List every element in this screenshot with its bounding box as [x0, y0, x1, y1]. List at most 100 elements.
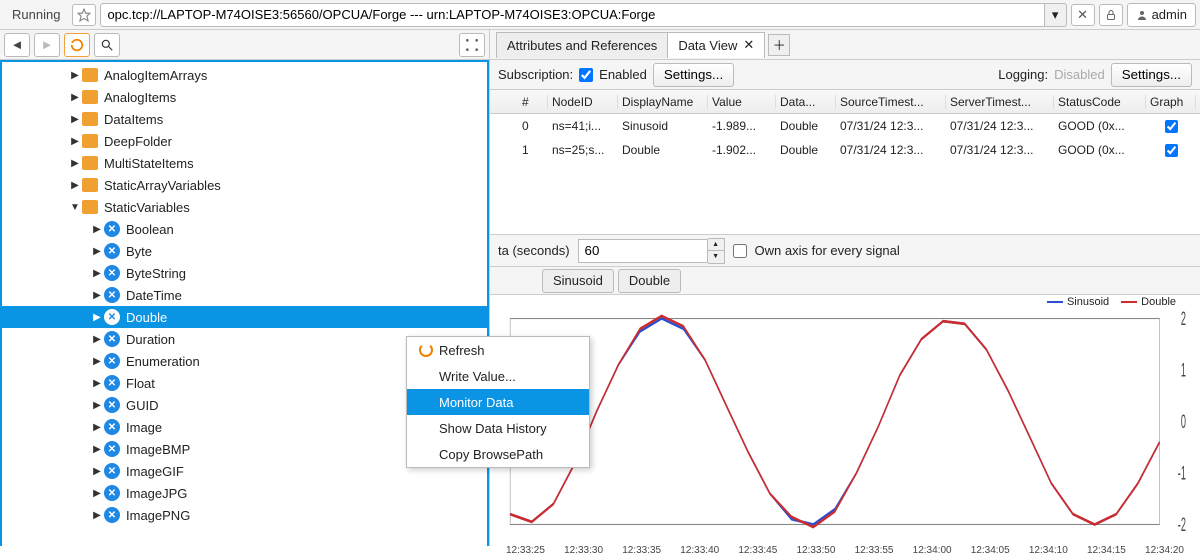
- col-header[interactable]: Data...: [776, 95, 836, 109]
- twisty-icon[interactable]: ▶: [68, 70, 82, 81]
- series-tab-double[interactable]: Double: [618, 269, 681, 293]
- right-tabs: Attributes and References Data View✕ ＋: [490, 30, 1200, 60]
- twisty-icon[interactable]: ▶: [90, 246, 104, 257]
- tree-item-byte[interactable]: ▶✕Byte: [2, 240, 487, 262]
- variable-icon: ✕: [104, 331, 120, 347]
- connection-status: Running: [4, 7, 68, 22]
- svg-text:-2: -2: [1178, 514, 1186, 536]
- favorite-button[interactable]: [72, 4, 96, 26]
- search-button[interactable]: [94, 33, 120, 57]
- logging-label: Logging:: [998, 67, 1048, 82]
- ctx-write-value-[interactable]: Write Value...: [407, 363, 589, 389]
- twisty-icon[interactable]: ▶: [68, 92, 82, 103]
- tree-item-datetime[interactable]: ▶✕DateTime: [2, 284, 487, 306]
- col-header[interactable]: DisplayName: [618, 95, 708, 109]
- xtick: 12:34:00: [913, 545, 952, 556]
- series-tab-sinusoid[interactable]: Sinusoid: [542, 269, 614, 293]
- close-icon[interactable]: ✕: [743, 37, 754, 53]
- twisty-icon[interactable]: ▶: [68, 158, 82, 169]
- refresh-button[interactable]: [64, 33, 90, 57]
- logging-settings-button[interactable]: Settings...: [1111, 63, 1192, 87]
- left-toolbar: ◄ ►: [0, 30, 489, 60]
- ctx-label: Show Data History: [439, 421, 547, 436]
- twisty-icon[interactable]: ▼: [68, 202, 82, 213]
- ctx-label: Copy BrowsePath: [439, 447, 543, 462]
- twisty-icon[interactable]: ▶: [90, 268, 104, 279]
- graph-checkbox[interactable]: [1165, 144, 1178, 157]
- tree-item-imagejpg[interactable]: ▶✕ImageJPG: [2, 482, 487, 504]
- lock-button[interactable]: [1099, 4, 1123, 26]
- twisty-icon[interactable]: ▶: [68, 136, 82, 147]
- subscription-enabled-checkbox[interactable]: [579, 68, 593, 82]
- tree-item-deepfolder[interactable]: ▶DeepFolder: [2, 130, 487, 152]
- table-row[interactable]: 0ns=41;i...Sinusoid-1.989...Double07/31/…: [490, 114, 1200, 138]
- twisty-icon[interactable]: ▶: [90, 356, 104, 367]
- tab-dataview[interactable]: Data View✕: [667, 32, 765, 58]
- subscription-bar: Subscription: Enabled Settings... Loggin…: [490, 60, 1200, 90]
- cell: -1.989...: [708, 119, 776, 133]
- col-header[interactable]: Value: [708, 95, 776, 109]
- twisty-icon[interactable]: ▶: [68, 114, 82, 125]
- tree-item-analogitems[interactable]: ▶AnalogItems: [2, 86, 487, 108]
- top-bar: Running ▾ ✕ admin: [0, 0, 1200, 30]
- browse-tree[interactable]: ▶AnalogItemArrays▶AnalogItems▶DataItems▶…: [0, 60, 489, 546]
- tree-item-analogitemarrays[interactable]: ▶AnalogItemArrays: [2, 64, 487, 86]
- close-button[interactable]: ✕: [1071, 4, 1095, 26]
- tree-item-double[interactable]: ▶✕Double: [2, 306, 487, 328]
- twisty-icon[interactable]: ▶: [90, 312, 104, 323]
- tree-item-imagepng[interactable]: ▶✕ImagePNG: [2, 504, 487, 526]
- seconds-input[interactable]: [578, 239, 708, 263]
- tree-item-bytestring[interactable]: ▶✕ByteString: [2, 262, 487, 284]
- twisty-icon[interactable]: ▶: [90, 400, 104, 411]
- tree-item-staticarrayvariables[interactable]: ▶ StaticArrayVariables: [2, 174, 487, 196]
- spin-down[interactable]: ▼: [708, 251, 724, 263]
- twisty-icon[interactable]: ▶: [90, 444, 104, 455]
- col-header[interactable]: SourceTimest...: [836, 95, 946, 109]
- twisty-icon[interactable]: ▶: [90, 510, 104, 521]
- expand-button[interactable]: [459, 33, 485, 57]
- twisty-icon[interactable]: ▶: [90, 334, 104, 345]
- tree-item-dataitems[interactable]: ▶DataItems: [2, 108, 487, 130]
- twisty-icon[interactable]: ▶: [68, 180, 82, 191]
- subscription-settings-button[interactable]: Settings...: [653, 63, 734, 87]
- graph-checkbox[interactable]: [1165, 120, 1178, 133]
- cell: 07/31/24 12:3...: [946, 119, 1054, 133]
- twisty-icon[interactable]: ▶: [90, 466, 104, 477]
- back-button[interactable]: ◄: [4, 33, 30, 57]
- twisty-icon[interactable]: ▶: [90, 378, 104, 389]
- col-header[interactable]: ServerTimest...: [946, 95, 1054, 109]
- refresh-icon: [419, 343, 433, 357]
- twisty-icon[interactable]: ▶: [90, 488, 104, 499]
- table-row[interactable]: 1ns=25;s...Double-1.902...Double07/31/24…: [490, 138, 1200, 162]
- ctx-show-data-history[interactable]: Show Data History: [407, 415, 589, 441]
- tree-item-staticvariables[interactable]: ▼StaticVariables: [2, 196, 487, 218]
- folder-icon: [82, 200, 98, 214]
- tree-item-multistateitems[interactable]: ▶MultiStateItems: [2, 152, 487, 174]
- twisty-icon[interactable]: ▶: [90, 224, 104, 235]
- ctx-monitor-data[interactable]: Monitor Data: [407, 389, 589, 415]
- xtick: 12:34:15: [1087, 545, 1126, 556]
- spin-up[interactable]: ▲: [708, 239, 724, 251]
- twisty-icon[interactable]: ▶: [90, 422, 104, 433]
- address-dropdown[interactable]: ▾: [1045, 3, 1067, 27]
- twisty-icon[interactable]: ▶: [90, 290, 104, 301]
- tree-item-label: StaticArrayVariables: [104, 178, 221, 193]
- ctx-refresh[interactable]: Refresh: [407, 337, 589, 363]
- col-header[interactable]: Graph: [1146, 95, 1196, 109]
- forward-button[interactable]: ►: [34, 33, 60, 57]
- col-header[interactable]: NodeID: [548, 95, 618, 109]
- tree-item-boolean[interactable]: ▶✕Boolean: [2, 218, 487, 240]
- add-tab-button[interactable]: ＋: [768, 34, 790, 56]
- variable-icon: ✕: [104, 507, 120, 523]
- address-input[interactable]: [100, 3, 1044, 27]
- col-header[interactable]: #: [518, 95, 548, 109]
- right-pane: Attributes and References Data View✕ ＋ S…: [490, 30, 1200, 546]
- seconds-label: ta (seconds): [498, 243, 570, 258]
- user-button[interactable]: admin: [1127, 3, 1196, 27]
- col-header[interactable]: StatusCode: [1054, 95, 1146, 109]
- ownaxis-checkbox[interactable]: [733, 244, 747, 258]
- ctx-copy-browsepath[interactable]: Copy BrowsePath: [407, 441, 589, 467]
- cell: Sinusoid: [618, 119, 708, 133]
- tab-attributes[interactable]: Attributes and References: [496, 32, 668, 58]
- legend-item: Double: [1141, 296, 1176, 308]
